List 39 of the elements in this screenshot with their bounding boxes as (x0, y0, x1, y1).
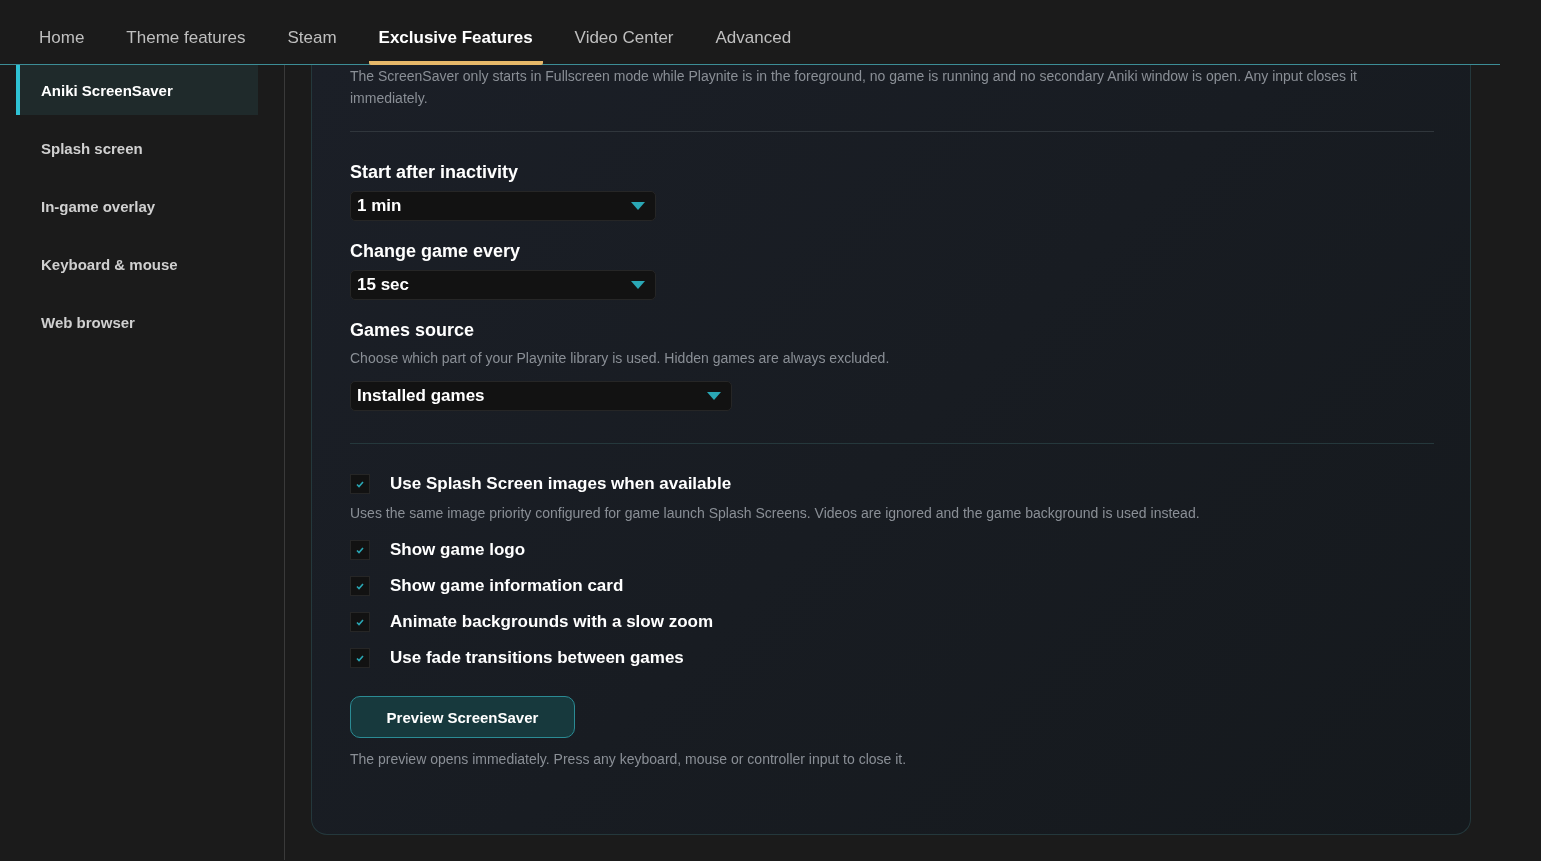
preview-button[interactable]: Preview ScreenSaver (350, 696, 575, 738)
dropdown[interactable]: Installed games (350, 381, 732, 411)
nav-tab[interactable]: Steam (266, 28, 358, 65)
check-icon (356, 480, 364, 488)
description-text: The ScreenSaver only starts in Fullscreen mode while Playnite is in the foreground, no game is running and no secondary Aniki window is open. Any input closes it immediately. (350, 67, 1358, 108)
check-icon (356, 654, 364, 662)
sidebar-item[interactable]: Web browser (16, 297, 258, 347)
description-text: The preview opens immediately. Press any keyboard, mouse or controller input to close it. (350, 750, 908, 769)
check-icon (356, 546, 364, 554)
check-icon (356, 582, 364, 590)
checkbox[interactable] (350, 576, 370, 596)
caret-icon (631, 202, 645, 210)
sidebar-item[interactable]: Aniki ScreenSaver (16, 65, 258, 115)
nav-tab[interactable]: Advanced (694, 28, 813, 65)
checkbox[interactable] (350, 648, 370, 668)
checkbox-label: Show game information card (390, 576, 624, 596)
sidebar-item[interactable]: In-game overlay (16, 181, 258, 231)
checkbox-label: Animate backgrounds with a slow zoom (390, 612, 714, 632)
nav-tab[interactable]: Video Center (553, 28, 695, 65)
caret-icon (631, 281, 645, 289)
caret-icon (707, 392, 721, 400)
description-text: Uses the same image priority configured for game launch Splash Screens. Videos are ignored and the game background is used instead. (350, 504, 1201, 523)
sidebar-item[interactable]: Keyboard & mouse (16, 239, 258, 289)
setting-label: Start after inactivity (350, 162, 520, 183)
sidebar-item[interactable]: Splash screen (16, 123, 258, 173)
checkbox[interactable] (350, 612, 370, 632)
setting-label: Games source (350, 320, 476, 341)
description-text: Choose which part of your Playnite library is used. Hidden games are always excluded. (350, 349, 891, 368)
checkbox-label: Show game logo (390, 540, 526, 560)
nav-tab[interactable]: Home (18, 28, 106, 65)
nav-tab[interactable]: Theme features (105, 28, 267, 65)
checkbox-label: Use Splash Screen images when available (390, 474, 732, 494)
setting-label: Change game every (350, 241, 522, 262)
checkbox[interactable] (350, 474, 370, 494)
checkbox-label: Use fade transitions between games (390, 648, 684, 668)
check-icon (356, 618, 364, 626)
dropdown[interactable]: 15 sec (350, 270, 656, 300)
checkbox[interactable] (350, 540, 370, 560)
dropdown[interactable]: 1 min (350, 191, 656, 221)
